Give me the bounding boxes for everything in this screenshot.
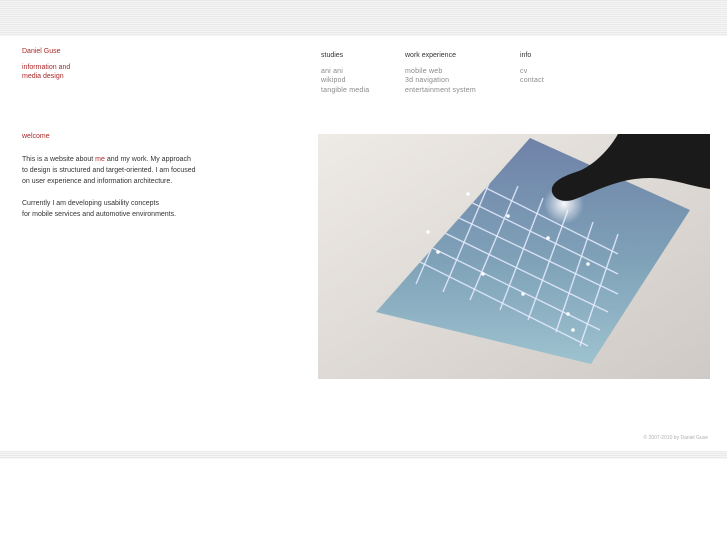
nav-link-wikipod[interactable]: wikipod [321,76,369,86]
intro-line-2: to design is structured and target-orien… [22,167,196,174]
intro-text: This is a website about me and my work. … [22,154,252,231]
nav-work-heading: work experience [405,52,456,59]
content-panel: Daniel Guse information and media design… [6,36,727,451]
nav-studies-heading: studies [321,52,344,59]
intro-paragraph-1: This is a website about me and my work. … [22,154,252,187]
bottom-stripe-band [0,451,727,459]
intro-paragraph-2: Currently I am developing usability conc… [22,198,252,220]
top-stripe-band [0,0,727,36]
nav-link-tangible-media[interactable]: tangible media [321,86,369,96]
intro-line-1-after: and my work. My approach [104,156,191,163]
site-tagline: information and media design [22,63,70,81]
intro-line-4: Currently I am developing usability conc… [22,200,159,207]
nav-link-3d-navigation[interactable]: 3d navigation [405,76,476,86]
nav-link-mobile-web[interactable]: mobile web [405,67,476,77]
nav-link-ani-ani[interactable]: ani ani [321,67,369,77]
nav-studies-column: studies ani ani wikipod tangible media [321,51,369,95]
tagline-line-1: information and [22,64,71,71]
nav-link-entertainment-system[interactable]: entertainment system [405,86,476,96]
nav-info-column: info cv contact [520,51,544,86]
me-link[interactable]: me [95,156,105,163]
welcome-heading: welcome [22,133,50,140]
tagline-line-2: media design [22,73,64,80]
hero-illustration [318,134,710,379]
intro-line-5: for mobile services and automotive envir… [22,211,177,218]
nav-info-heading: info [520,52,532,59]
hero-image-interactive-table [318,134,710,379]
intro-line-3: on user experience and information archi… [22,178,173,185]
nav-link-contact[interactable]: contact [520,76,544,86]
copyright-notice: © 2007-2010 by Daniel Guse [643,435,708,441]
intro-line-1: This is a website about me and my work. … [22,154,252,165]
site-name[interactable]: Daniel Guse [22,48,61,55]
nav-work-column: work experience mobile web 3d navigation… [405,51,476,95]
nav-link-cv[interactable]: cv [520,67,544,77]
intro-line-1-before: This is a website about [22,156,96,163]
